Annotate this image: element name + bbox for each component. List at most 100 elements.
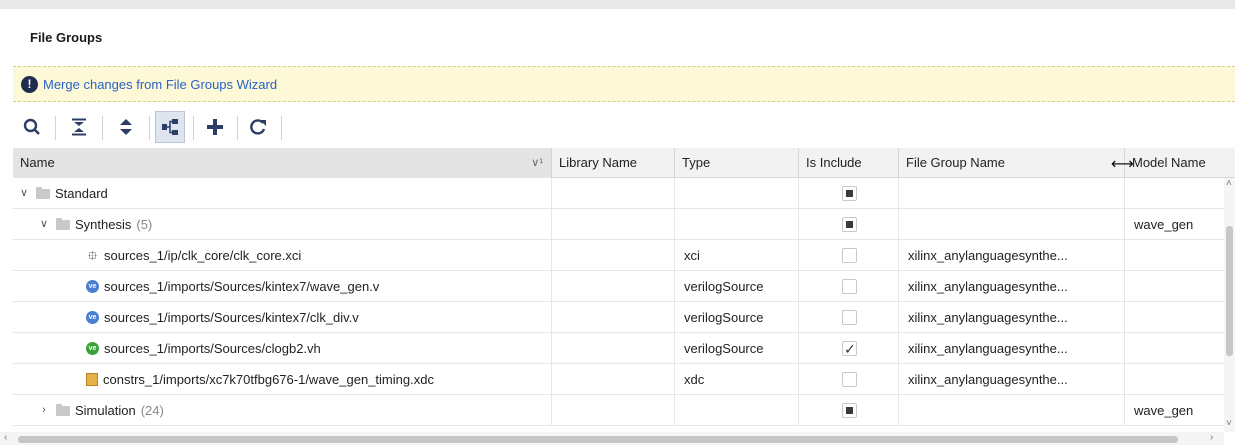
row-library [552, 302, 675, 333]
row-type: xci [675, 240, 799, 271]
is-include-checkbox[interactable] [842, 310, 857, 325]
row-name: sources_1/ip/clk_core/clk_core.xci [104, 248, 302, 263]
panel-top-border [0, 0, 1235, 9]
vertical-scrollbar[interactable]: ˄ ˅ [1224, 178, 1235, 432]
search-icon [23, 118, 40, 135]
folder-icon [36, 186, 50, 199]
row-file-group [899, 209, 1125, 240]
toolbar [13, 108, 413, 148]
table-row[interactable]: ⯐ sources_1/ip/clk_core/clk_core.xci xci… [13, 240, 1235, 271]
toolbar-separator [55, 116, 56, 140]
toolbar-separator [102, 116, 103, 140]
scroll-left-icon[interactable]: ‹ [4, 432, 7, 443]
search-button[interactable] [17, 111, 47, 143]
column-header-library-name[interactable]: Library Name [552, 148, 675, 178]
row-count: (24) [140, 403, 164, 418]
scroll-right-icon[interactable]: › [1210, 432, 1213, 443]
chevron-right-icon[interactable]: › [37, 395, 51, 426]
row-name: Simulation [75, 403, 136, 418]
table-row[interactable]: › Simulation (24) wave_gen [13, 395, 1235, 426]
verilog-file-icon: ve [86, 311, 99, 324]
row-file-group: xilinx_anylanguagesynthe... [899, 364, 1125, 395]
row-file-group [899, 395, 1125, 426]
horizontal-scrollbar[interactable]: ‹ › [0, 432, 1224, 445]
row-library [552, 364, 675, 395]
row-file-group [899, 178, 1125, 209]
row-name: constrs_1/imports/xc7k70tfbg676-1/wave_g… [103, 372, 434, 387]
row-library [552, 209, 675, 240]
toolbar-separator [193, 116, 194, 140]
table-row[interactable]: ve sources_1/imports/Sources/kintex7/clk… [13, 302, 1235, 333]
merge-changes-link[interactable]: Merge changes from File Groups Wizard [43, 77, 277, 92]
horizontal-scroll-thumb[interactable] [18, 436, 1178, 443]
row-library [552, 271, 675, 302]
is-include-checkbox[interactable] [842, 248, 857, 263]
row-model: wave_gen [1134, 403, 1194, 418]
add-icon [207, 119, 223, 135]
refresh-button[interactable] [243, 111, 273, 143]
row-type: verilogSource [675, 333, 799, 364]
row-model [1125, 364, 1235, 395]
chevron-down-icon[interactable]: ∨ [37, 209, 51, 240]
chevron-down-icon[interactable]: ∨ [17, 178, 31, 209]
table-header: Name ∨¹ Library Name Type Is Include Fil… [13, 148, 1235, 178]
row-model [1125, 240, 1235, 271]
table-row[interactable]: ∨ Synthesis (5) wave_gen [13, 209, 1235, 240]
expand-all-icon [120, 119, 132, 135]
row-type [675, 395, 799, 426]
row-name: sources_1/imports/Sources/kintex7/wave_g… [104, 279, 380, 294]
row-library [552, 240, 675, 271]
panel-title: File Groups [30, 30, 103, 45]
ip-core-icon: ⯐ [87, 248, 98, 263]
is-include-checkbox[interactable] [842, 186, 857, 201]
row-type [675, 209, 799, 240]
hierarchy-icon [162, 119, 178, 135]
collapse-all-button[interactable] [64, 111, 94, 143]
row-type: verilogSource [675, 302, 799, 333]
expand-all-button[interactable] [111, 111, 141, 143]
row-library [552, 395, 675, 426]
row-model [1125, 178, 1235, 209]
verilog-header-icon: ve [86, 342, 99, 355]
scroll-down-icon[interactable]: ˅ [1226, 418, 1232, 429]
table-row[interactable]: ve sources_1/imports/Sources/clogb2.vh v… [13, 333, 1235, 364]
row-name: Standard [55, 186, 108, 201]
verilog-file-icon: ve [86, 280, 99, 293]
constraints-file-icon [86, 373, 98, 386]
row-model [1125, 271, 1235, 302]
is-include-checkbox[interactable] [842, 217, 857, 232]
is-include-checkbox[interactable] [842, 334, 857, 364]
folder-icon [56, 217, 70, 230]
row-library [552, 178, 675, 209]
column-header-is-include[interactable]: Is Include [799, 148, 899, 178]
is-include-checkbox[interactable] [842, 372, 857, 387]
column-header-file-group-name[interactable]: File Group Name [899, 148, 1125, 178]
row-model [1125, 333, 1235, 364]
column-header-type[interactable]: Type [675, 148, 799, 178]
row-file-group: xilinx_anylanguagesynthe... [899, 271, 1125, 302]
row-model [1125, 302, 1235, 333]
column-header-name[interactable]: Name ∨¹ [13, 148, 552, 178]
scroll-up-icon[interactable]: ˄ [1226, 178, 1232, 189]
merge-banner: ! Merge changes from File Groups Wizard [13, 66, 1235, 102]
row-file-group: xilinx_anylanguagesynthe... [899, 333, 1125, 364]
toolbar-separator [149, 116, 150, 140]
toolbar-separator [237, 116, 238, 140]
is-include-checkbox[interactable] [842, 279, 857, 294]
is-include-checkbox[interactable] [842, 403, 857, 418]
row-type: verilogSource [675, 271, 799, 302]
column-header-model-name[interactable]: Model Name [1125, 148, 1235, 178]
row-name: sources_1/imports/Sources/kintex7/clk_di… [104, 310, 359, 325]
table-row[interactable]: ∨ Standard [13, 178, 1235, 209]
row-name: Synthesis [75, 217, 132, 232]
sort-indicator[interactable]: ∨¹ [531, 148, 543, 178]
table-row[interactable]: constrs_1/imports/xc7k70tfbg676-1/wave_g… [13, 364, 1235, 395]
row-type: xdc [675, 364, 799, 395]
table-row[interactable]: ve sources_1/imports/Sources/kintex7/wav… [13, 271, 1235, 302]
add-button[interactable] [200, 111, 230, 143]
vertical-scroll-thumb[interactable] [1226, 226, 1233, 356]
hierarchy-button[interactable] [155, 111, 185, 143]
row-type [675, 178, 799, 209]
toolbar-separator [281, 116, 282, 140]
info-icon: ! [21, 76, 38, 93]
